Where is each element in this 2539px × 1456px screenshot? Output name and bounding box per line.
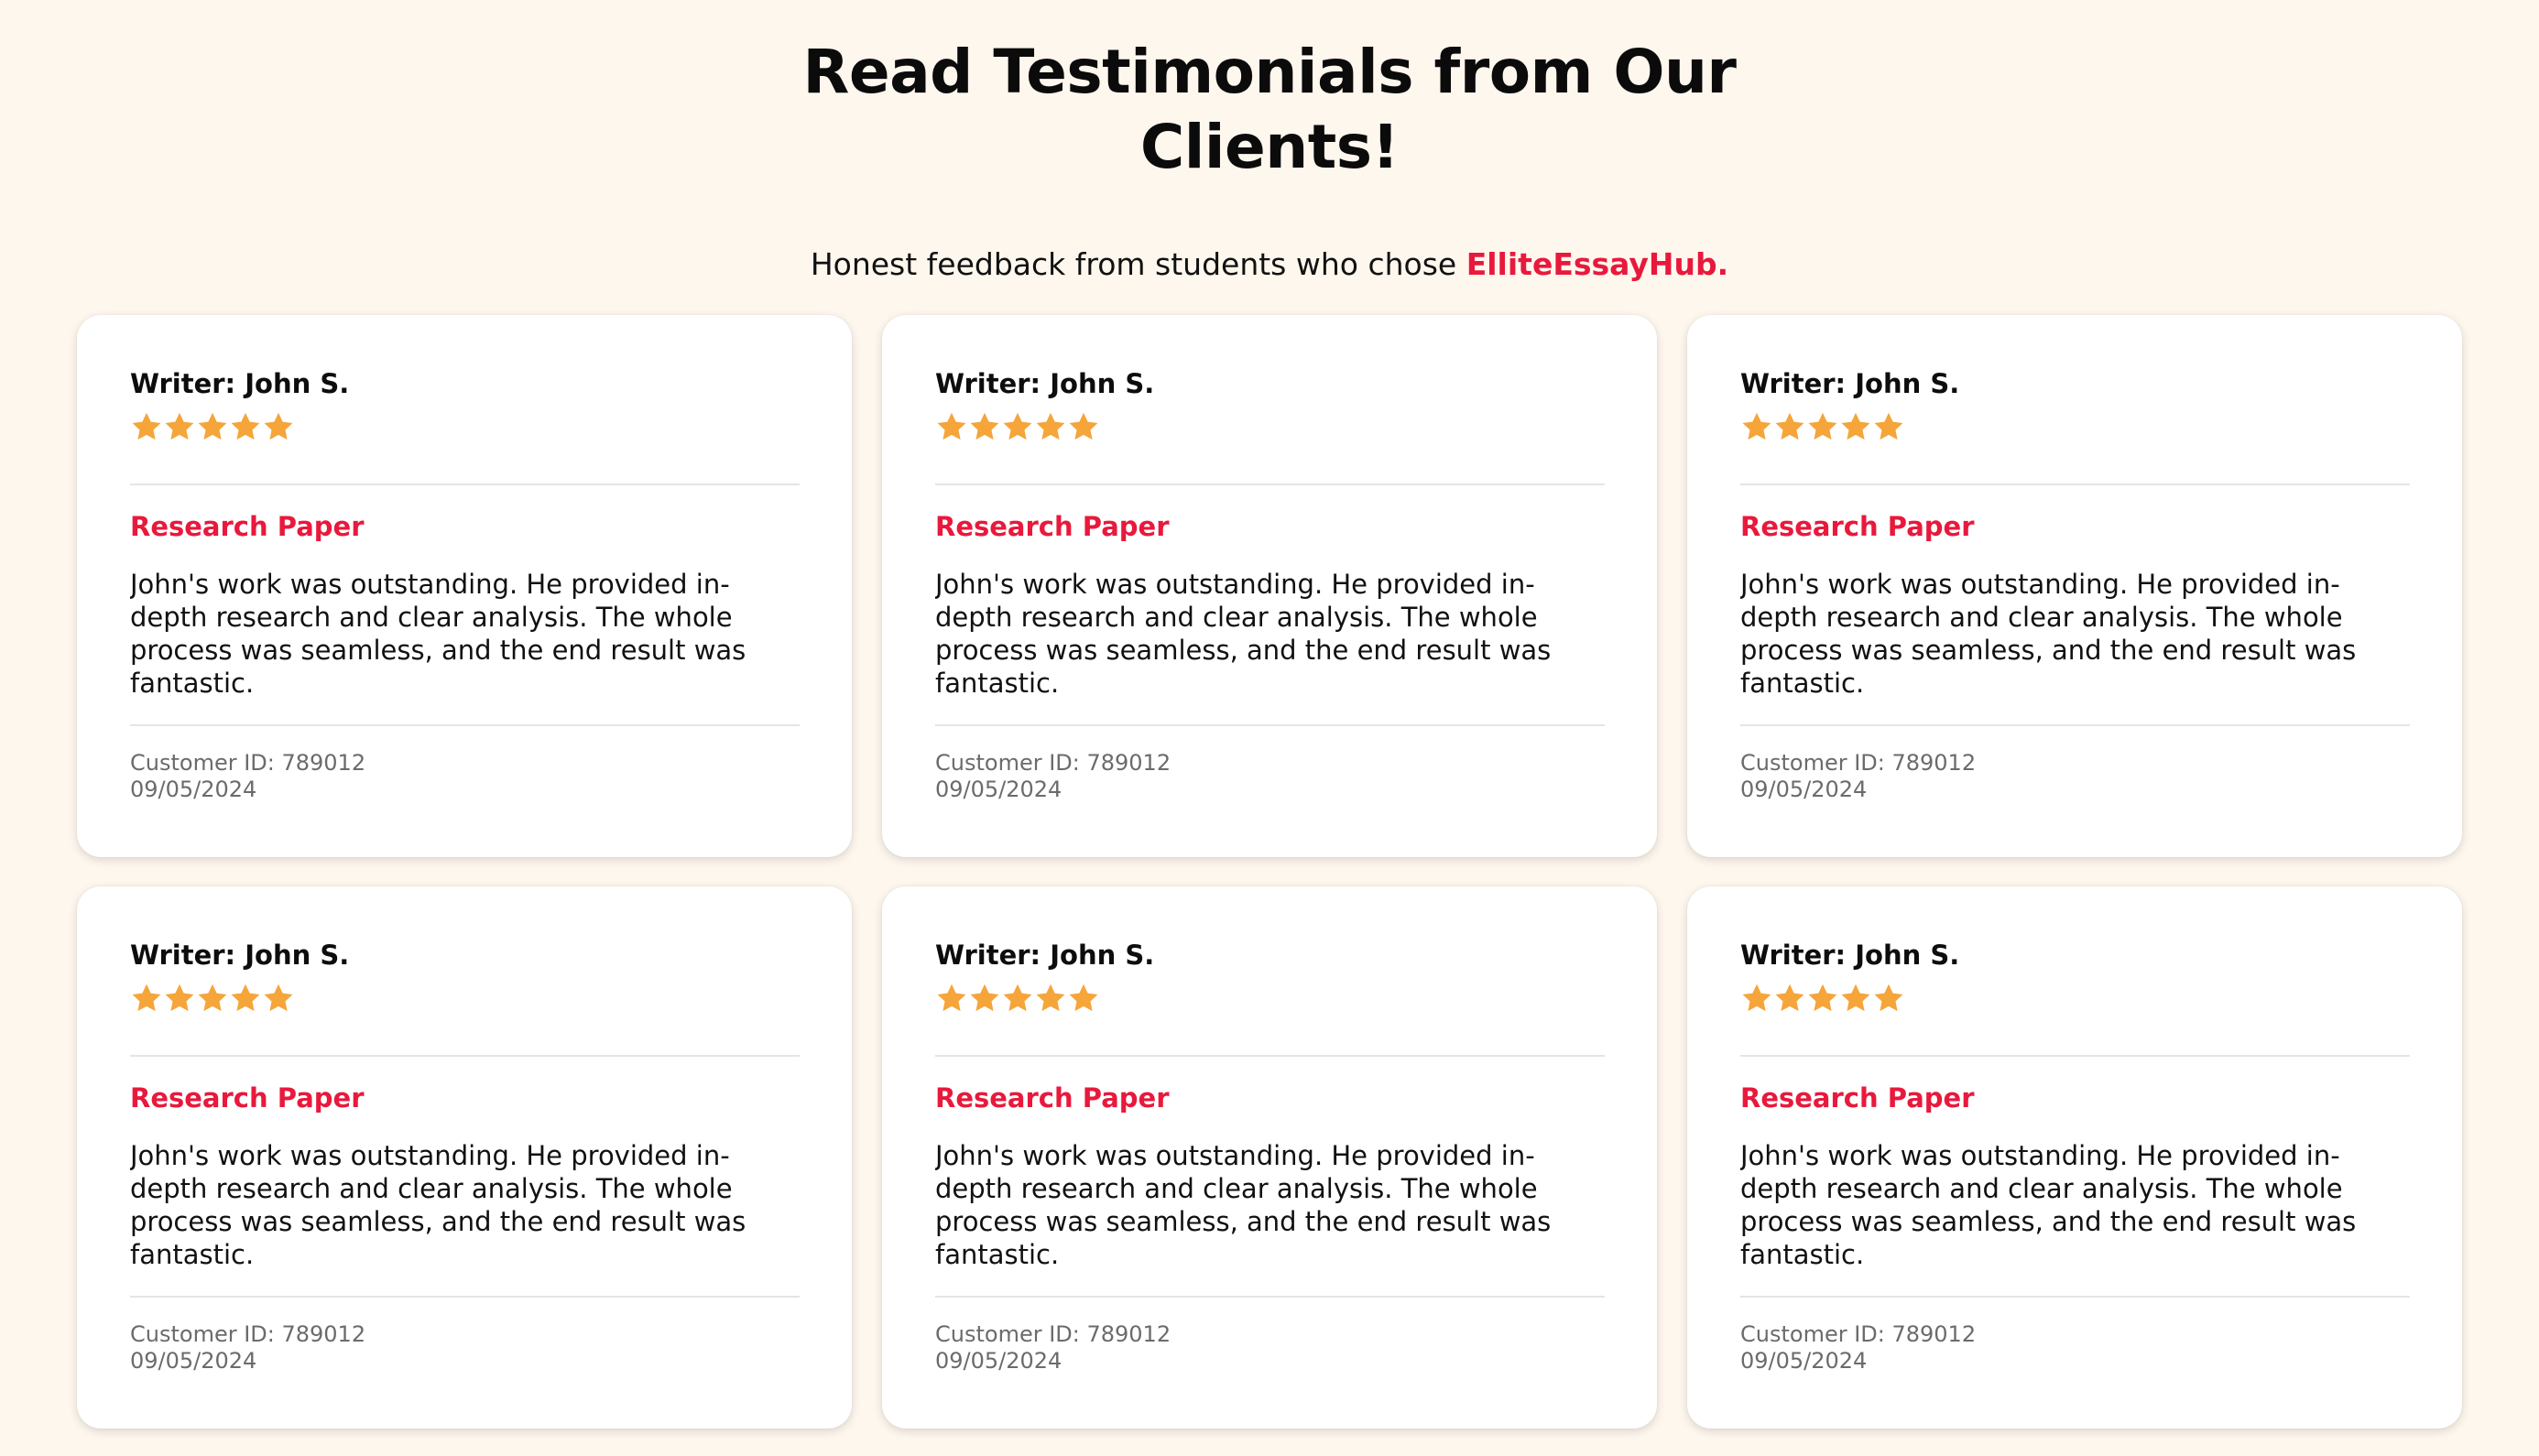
category-label: Research Paper [130, 511, 365, 542]
testimonial-card: Writer: John S. Research Paper John's wo… [77, 886, 852, 1429]
customer-id: Customer ID: 789012 [1740, 750, 1977, 776]
card-divider-top [1740, 1055, 2410, 1057]
star-rating [935, 407, 1605, 447]
testimonial-card: Writer: John S. Research Paper John's wo… [882, 886, 1657, 1429]
star-icon [229, 982, 262, 1015]
section-title-line-1: Read Testimonials from Our [802, 37, 1737, 107]
testimonial-card: Writer: John S. Research Paper John's wo… [1687, 315, 2462, 857]
card-divider-top [130, 484, 800, 485]
category-label: Research Paper [1740, 511, 1975, 542]
star-icon [1740, 982, 1773, 1015]
testimonial-text: John's work was outstanding. He provided… [130, 569, 746, 699]
star-icon [1034, 982, 1067, 1015]
customer-id: Customer ID: 789012 [130, 750, 366, 776]
card-divider-top [935, 1055, 1605, 1057]
card-divider-bottom [130, 724, 800, 726]
star-rating [1740, 978, 2410, 1018]
customer-id: Customer ID: 789012 [935, 750, 1171, 776]
star-icon [1806, 410, 1839, 443]
star-icon [1839, 410, 1872, 443]
writer-name: Writer: John S. [1740, 368, 1960, 399]
writer-name: Writer: John S. [1740, 940, 1960, 971]
testimonial-text: John's work was outstanding. He provided… [130, 1140, 746, 1270]
card-divider-top [1740, 484, 2410, 485]
star-icon [1067, 410, 1100, 443]
card-divider-bottom [1740, 724, 2410, 726]
review-date: 09/05/2024 [1740, 1348, 1868, 1374]
star-icon [1773, 982, 1806, 1015]
star-icon [130, 982, 163, 1015]
testimonial-text: John's work was outstanding. He provided… [935, 1140, 1552, 1270]
star-icon [262, 982, 295, 1015]
star-icon [1740, 410, 1773, 443]
testimonial-card: Writer: John S. Research Paper John's wo… [77, 315, 852, 857]
star-icon [163, 410, 196, 443]
star-icon [968, 410, 1001, 443]
card-meta: Customer ID: 789012 09/05/2024 [1740, 750, 2410, 803]
card-meta: Customer ID: 789012 09/05/2024 [1740, 1321, 2410, 1375]
category-label: Research Paper [935, 1082, 1170, 1114]
star-rating [935, 978, 1605, 1018]
star-icon [196, 982, 229, 1015]
star-icon [1001, 982, 1034, 1015]
customer-id: Customer ID: 789012 [1740, 1321, 1977, 1347]
writer-name: Writer: John S. [130, 368, 350, 399]
writer-name: Writer: John S. [935, 368, 1155, 399]
card-divider-top [130, 1055, 800, 1057]
star-rating [130, 978, 800, 1018]
card-divider-bottom [1740, 1296, 2410, 1298]
star-icon [1067, 982, 1100, 1015]
customer-id: Customer ID: 789012 [935, 1321, 1171, 1347]
card-meta: Customer ID: 789012 09/05/2024 [935, 750, 1605, 803]
star-icon [968, 982, 1001, 1015]
testimonial-text: John's work was outstanding. He provided… [935, 569, 1552, 699]
star-icon [1773, 410, 1806, 443]
testimonial-text: John's work was outstanding. He provided… [1740, 569, 2357, 699]
category-label: Research Paper [935, 511, 1170, 542]
card-divider-bottom [935, 724, 1605, 726]
subtitle-text: Honest feedback from students who chose [810, 246, 1466, 282]
star-icon [1839, 982, 1872, 1015]
card-divider-bottom [130, 1296, 800, 1298]
category-label: Research Paper [1740, 1082, 1975, 1114]
card-divider-top [935, 484, 1605, 485]
star-icon [262, 410, 295, 443]
star-rating [130, 407, 800, 447]
brand-name: ElliteEssayHub. [1466, 246, 1729, 282]
review-date: 09/05/2024 [1740, 777, 1868, 802]
star-icon [1034, 410, 1067, 443]
writer-name: Writer: John S. [935, 940, 1155, 971]
star-icon [1872, 410, 1905, 443]
writer-name: Writer: John S. [130, 940, 350, 971]
star-rating [1740, 407, 2410, 447]
section-subtitle: Honest feedback from students who chose … [0, 244, 2539, 286]
testimonials-section: Read Testimonials from Our Clients! Hone… [0, 0, 2539, 1456]
card-divider-bottom [935, 1296, 1605, 1298]
card-meta: Customer ID: 789012 09/05/2024 [935, 1321, 1605, 1375]
section-title-line-2: Clients! [1139, 112, 1400, 182]
star-icon [130, 410, 163, 443]
card-meta: Customer ID: 789012 09/05/2024 [130, 750, 800, 803]
star-icon [935, 410, 968, 443]
star-icon [1872, 982, 1905, 1015]
review-date: 09/05/2024 [935, 1348, 1062, 1374]
star-icon [1806, 982, 1839, 1015]
testimonial-card: Writer: John S. Research Paper John's wo… [882, 315, 1657, 857]
customer-id: Customer ID: 789012 [130, 1321, 366, 1347]
review-date: 09/05/2024 [935, 777, 1062, 802]
star-icon [229, 410, 262, 443]
section-title: Read Testimonials from Our Clients! [0, 35, 2539, 185]
star-icon [1001, 410, 1034, 443]
review-date: 09/05/2024 [130, 777, 257, 802]
star-icon [196, 410, 229, 443]
testimonial-text: John's work was outstanding. He provided… [1740, 1140, 2357, 1270]
star-icon [935, 982, 968, 1015]
testimonial-grid: Writer: John S. Research Paper John's wo… [77, 315, 2462, 1429]
review-date: 09/05/2024 [130, 1348, 257, 1374]
card-meta: Customer ID: 789012 09/05/2024 [130, 1321, 800, 1375]
testimonial-card: Writer: John S. Research Paper John's wo… [1687, 886, 2462, 1429]
category-label: Research Paper [130, 1082, 365, 1114]
star-icon [163, 982, 196, 1015]
